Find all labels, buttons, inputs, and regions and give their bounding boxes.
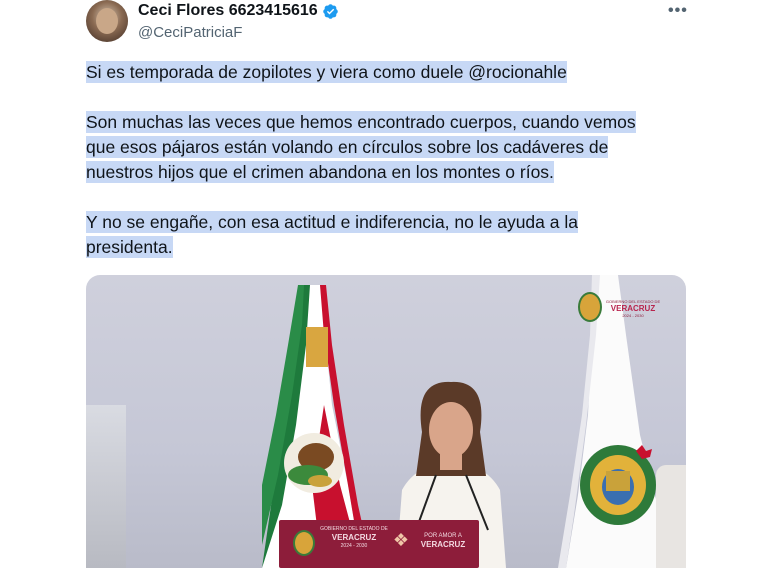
person-right <box>656 465 686 568</box>
podium-left-top: GOBIERNO DEL ESTADO DE <box>320 526 388 532</box>
podium-left-years: 2024 - 2030 <box>340 543 368 549</box>
heart-emblem-icon: ❖ <box>392 530 410 550</box>
avatar[interactable] <box>86 0 128 42</box>
avatar-face <box>96 8 118 34</box>
tweet-line: que esos pájaros están volando en círcul… <box>86 136 609 158</box>
veracruz-seal-icon <box>578 292 602 322</box>
podium-right-name: VERACRUZ <box>420 540 466 549</box>
person-left <box>86 405 126 568</box>
podium: GOBIERNO DEL ESTADO DE VERACRUZ 2024 - 2… <box>279 520 479 568</box>
tweet-line: nuestros hijos que el crimen abandona en… <box>86 161 554 183</box>
tweet-media-image[interactable]: GOBIERNO DEL ESTADO DE VERACRUZ 2024 - 2… <box>86 275 686 568</box>
logo-name-text: VERACRUZ <box>610 304 656 313</box>
logo-years-text: 2024 - 2030 <box>622 313 644 318</box>
more-options-icon[interactable]: ••• <box>668 2 688 19</box>
veracruz-logo: GOBIERNO DEL ESTADO DE VERACRUZ 2024 - 2… <box>605 299 661 318</box>
tweet-line: Son muchas las veces que hemos encontrad… <box>86 111 636 133</box>
author-name[interactable]: Ceci Flores 6623415616 <box>138 2 339 20</box>
podium-left-name: VERACRUZ <box>331 533 377 542</box>
podium-seal-icon <box>293 530 315 556</box>
tweet-text: Si es temporada de zopilotes y viera com… <box>86 60 706 260</box>
podium-right-text: POR AMOR A VERACRUZ <box>409 532 477 550</box>
podium-left-text: GOBIERNO DEL ESTADO DE VERACRUZ 2024 - 2… <box>319 526 389 550</box>
author-name-text: Ceci Flores 6623415616 <box>138 2 318 19</box>
podium-right-top: POR AMOR A <box>424 533 462 539</box>
tweet-line: presidenta. <box>86 236 173 258</box>
tweet-line: Y no se engañe, con esa actitud e indife… <box>86 211 578 233</box>
verified-badge-icon <box>322 3 338 19</box>
author-handle[interactable]: @CeciPatriciaF <box>138 24 242 41</box>
tweet-line: Si es temporada de zopilotes y viera com… <box>86 61 567 83</box>
